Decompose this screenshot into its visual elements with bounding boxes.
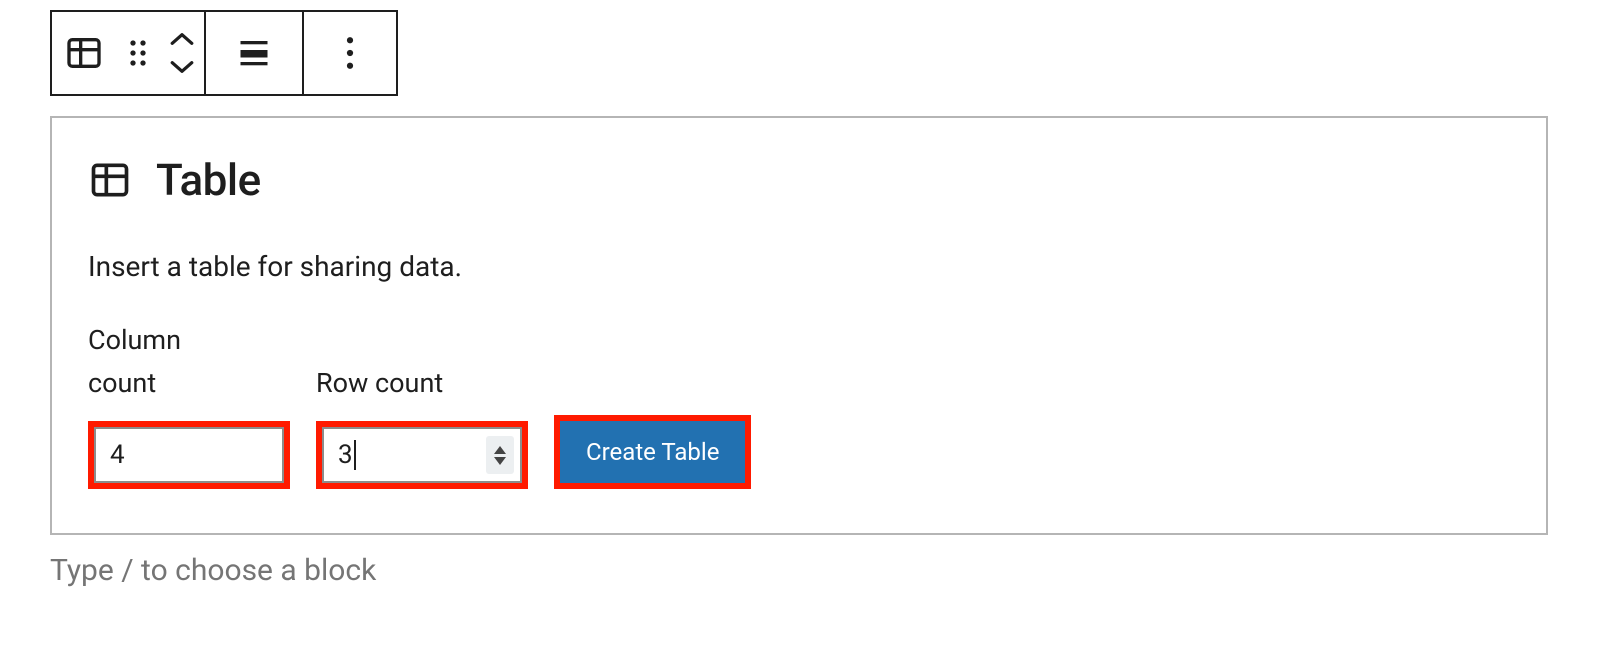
toolbar-group-type-move <box>52 12 206 94</box>
number-stepper[interactable] <box>486 436 514 474</box>
more-options-icon <box>345 36 355 70</box>
block-type-button[interactable] <box>52 12 116 94</box>
drag-handle-icon <box>127 38 149 68</box>
add-block-hint[interactable]: Type / to choose a block <box>50 553 1550 588</box>
drag-handle-button[interactable] <box>116 12 160 94</box>
align-button[interactable] <box>206 12 302 94</box>
highlight-box-create: Create Table <box>554 415 751 489</box>
stepper-up-icon <box>494 446 506 454</box>
block-mover <box>160 12 204 94</box>
block-description: Insert a table for sharing data. <box>88 250 1510 283</box>
chevron-down-icon <box>169 59 195 75</box>
row-count-field: Row count <box>316 362 528 489</box>
column-count-field: Column count <box>88 319 290 489</box>
align-icon <box>236 35 272 71</box>
highlight-box-row <box>316 421 528 489</box>
more-options-button[interactable] <box>304 12 396 94</box>
table-icon <box>88 158 132 202</box>
toolbar-group-more <box>304 12 396 94</box>
move-up-button[interactable] <box>170 27 194 51</box>
table-icon <box>64 33 104 73</box>
chevron-up-icon <box>169 31 195 47</box>
column-count-label: Column count <box>88 319 228 405</box>
column-count-input[interactable] <box>94 427 284 483</box>
block-header: Table <box>88 154 1510 206</box>
highlight-box-column <box>88 421 290 489</box>
block-title: Table <box>156 154 261 206</box>
row-count-label: Row count <box>316 362 456 405</box>
create-table-button[interactable]: Create Table <box>560 421 745 483</box>
block-toolbar <box>50 10 398 96</box>
table-block-placeholder: Table Insert a table for sharing data. C… <box>50 116 1548 535</box>
editor-stage: Table Insert a table for sharing data. C… <box>0 0 1600 664</box>
text-cursor <box>354 440 356 470</box>
table-setup-form: Column count Row count <box>88 319 1510 489</box>
toolbar-group-align <box>206 12 304 94</box>
stepper-down-icon <box>494 457 506 465</box>
move-down-button[interactable] <box>170 55 194 79</box>
